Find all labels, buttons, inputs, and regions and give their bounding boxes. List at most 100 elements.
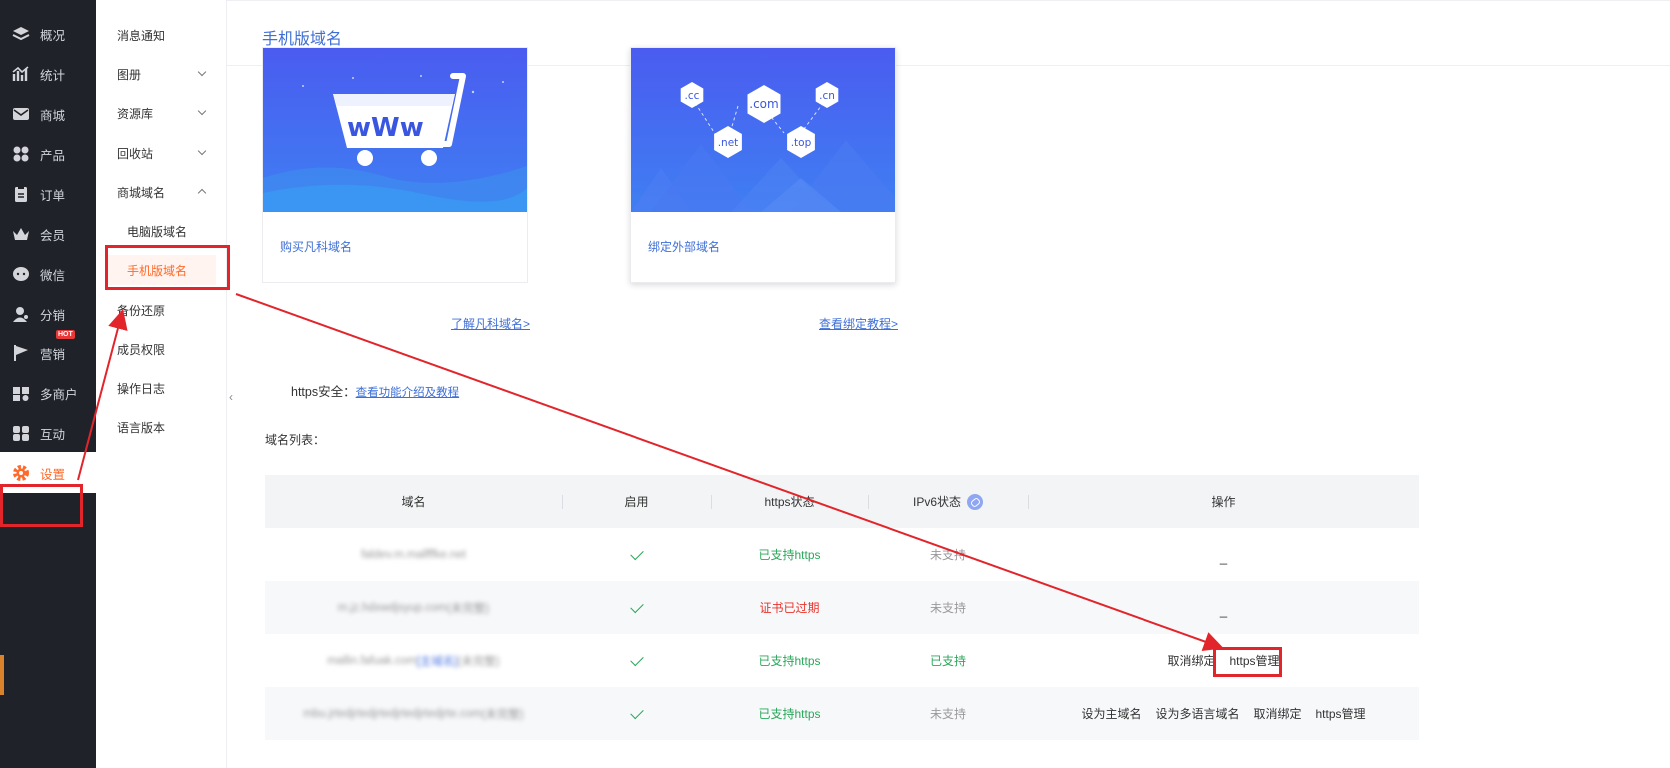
check-icon [629, 599, 644, 613]
nav-item-7[interactable]: 分销 [0, 294, 96, 334]
bind-domain-label[interactable]: 绑定外部域名 [648, 238, 720, 255]
nav-item-2[interactable]: 商城 [0, 94, 96, 134]
domain-text: faldev.m.malfffke.net [361, 548, 466, 561]
subnav-item-label: 资源库 [117, 106, 154, 121]
nav-item-10[interactable]: 互动 [0, 413, 96, 453]
enabled-cell[interactable] [562, 634, 711, 687]
grid-icon [12, 145, 30, 163]
nav-item-label: 多商户 [40, 387, 78, 402]
subnav-item-label: 备份还原 [117, 303, 166, 318]
domain-bubble: .net [714, 126, 742, 158]
nav-item-8[interactable]: 营销 HOT [0, 330, 96, 373]
col-https-status: https状态 [764, 495, 815, 509]
bind-domain-card[interactable]: .cc .com .cn .net .top 绑定外部域名 [630, 47, 896, 283]
flag-icon [12, 344, 30, 362]
subnav-item-label: 语言版本 [117, 420, 166, 435]
bind-tutorial-link[interactable]: 查看绑定教程> [814, 315, 898, 332]
subnav-item-10[interactable]: 语言版本 [96, 412, 227, 442]
nav-item-1[interactable]: 统计 [0, 54, 96, 94]
check-icon [629, 705, 644, 719]
subnav-item-label: 电脑版域名 [127, 224, 188, 239]
subnav-item-4[interactable]: 商城域名 [96, 177, 227, 207]
actions-cell: 取消绑定 https管理 [1028, 634, 1419, 687]
enabled-cell[interactable] [562, 687, 711, 740]
action-0[interactable]: 取消绑定 [1167, 652, 1215, 669]
ipv6-status-cell: 已支持 [929, 654, 966, 668]
subnav-item-label: 成员权限 [117, 342, 166, 357]
chevron-down-icon [197, 67, 207, 77]
domain-network-illustration: .cc .com .cn .net .top [631, 82, 895, 212]
https-intro-link[interactable]: 查看功能介绍及教程 [356, 387, 460, 399]
ipv6-status-cell: 未支持 [929, 548, 966, 562]
enabled-cell[interactable] [562, 528, 711, 581]
https-security-label: https安全： [291, 385, 356, 399]
user-icon [12, 305, 30, 323]
subnav-item-7[interactable]: 备份还原 [96, 295, 227, 325]
subnav-item-label: 操作日志 [117, 381, 166, 396]
page-title: 手机版域名 [262, 31, 343, 48]
subnav-item-3[interactable]: 回收站 [96, 138, 227, 168]
subnav-item-5[interactable]: 电脑版域名 [96, 216, 227, 246]
subnav-item-6[interactable]: 手机版域名 [106, 255, 216, 285]
action-2[interactable]: 取消绑定 [1253, 705, 1301, 722]
nav-item-9[interactable]: 多商户 [0, 373, 96, 413]
table-row: mbu.jrtedjrtedjrtedjrtedjrtedjrte.com (未… [265, 687, 1419, 740]
scroll-indicator [0, 655, 4, 695]
domain-text: m.jz.hdxwdjsyup.com [337, 601, 448, 614]
subnav-item-0[interactable]: 消息通知 [96, 20, 227, 50]
main-content: 手机版域名 wWw 购买凡科域名 了解凡科域名> .cc .com .cn .n… [227, 0, 1670, 768]
domain-table: 域名 启用 https状态 IPv6状态 操作 faldev.m.malfffk… [265, 475, 1419, 740]
domain-list-label: 域名列表： [265, 433, 326, 447]
https-status-cell: 证书已过期 [759, 601, 820, 615]
learn-domain-link[interactable]: 了解凡科域名> [446, 315, 530, 332]
subnav-item-9[interactable]: 操作日志 [96, 373, 227, 403]
actions-cell: _ [1028, 528, 1419, 581]
action-1[interactable]: https管理 [1229, 652, 1279, 669]
nav-item-label: 设置 [40, 467, 66, 482]
nav-item-11[interactable]: 设置 [0, 453, 96, 493]
nav-item-5[interactable]: 会员 [0, 214, 96, 254]
domain-cell: faldev.m.malfffke.net [265, 528, 562, 581]
col-enabled: 启用 [624, 495, 649, 509]
link-icon[interactable] [967, 493, 983, 510]
domain-bubble-label: .com [749, 97, 778, 111]
subnav-item-8[interactable]: 成员权限 [96, 334, 227, 364]
no-actions: _ [1219, 603, 1228, 618]
nav-item-label: 订单 [40, 188, 66, 203]
subnav-item-1[interactable]: 图册 [96, 59, 227, 89]
sub-nav: 消息通知图册资源库回收站商城域名电脑版域名手机版域名备份还原成员权限操作日志语言… [96, 0, 227, 768]
check-icon [629, 546, 644, 560]
action-3[interactable]: https管理 [1316, 705, 1366, 722]
domain-status-tag: (未完整) [481, 708, 524, 721]
actions-cell: _ [1028, 581, 1419, 634]
subnav-item-2[interactable]: 资源库 [96, 98, 227, 128]
chart-icon [12, 65, 30, 83]
chevron-up-icon [197, 188, 207, 198]
action-0[interactable]: 设为主域名 [1081, 705, 1141, 722]
buy-domain-card[interactable]: wWw 购买凡科域名 [262, 47, 528, 283]
chevron-down-icon [197, 146, 207, 156]
action-1[interactable]: 设为多语言域名 [1155, 705, 1239, 722]
subnav-item-label: 消息通知 [117, 28, 166, 43]
domain-bubble: .cc [680, 82, 704, 108]
buy-domain-label[interactable]: 购买凡科域名 [280, 238, 352, 255]
https-status-cell: 已支持https [758, 548, 821, 562]
row-actions: 设为主域名 设为多语言域名 取消绑定 https管理 [1081, 705, 1365, 722]
nav-item-label: 营销 [40, 347, 66, 362]
col-actions: 操作 [1211, 495, 1236, 509]
domain-bubble: .com [747, 85, 781, 123]
nav-item-4[interactable]: 订单 [0, 174, 96, 214]
nav-item-6[interactable]: 微信 [0, 254, 96, 294]
nav-item-0[interactable]: 概况 [0, 14, 96, 54]
nav-item-3[interactable]: 产品 [0, 134, 96, 174]
col-ipv6-label: IPv6状态 [912, 495, 961, 509]
subnav-item-label: 回收站 [117, 146, 154, 161]
domain-bubble: .top [787, 126, 815, 158]
domain-status-tag: (未完整) [447, 602, 490, 615]
mail-icon [12, 105, 30, 123]
table-row: mallin.fafuak.com [主域名] (未完整) 已支持https 已支持… [265, 634, 1419, 687]
domain-status-tag: (未完整) [457, 655, 500, 668]
domain-bubble-label: .cn [819, 90, 835, 102]
chat-icon [12, 265, 30, 283]
enabled-cell[interactable] [562, 581, 711, 634]
